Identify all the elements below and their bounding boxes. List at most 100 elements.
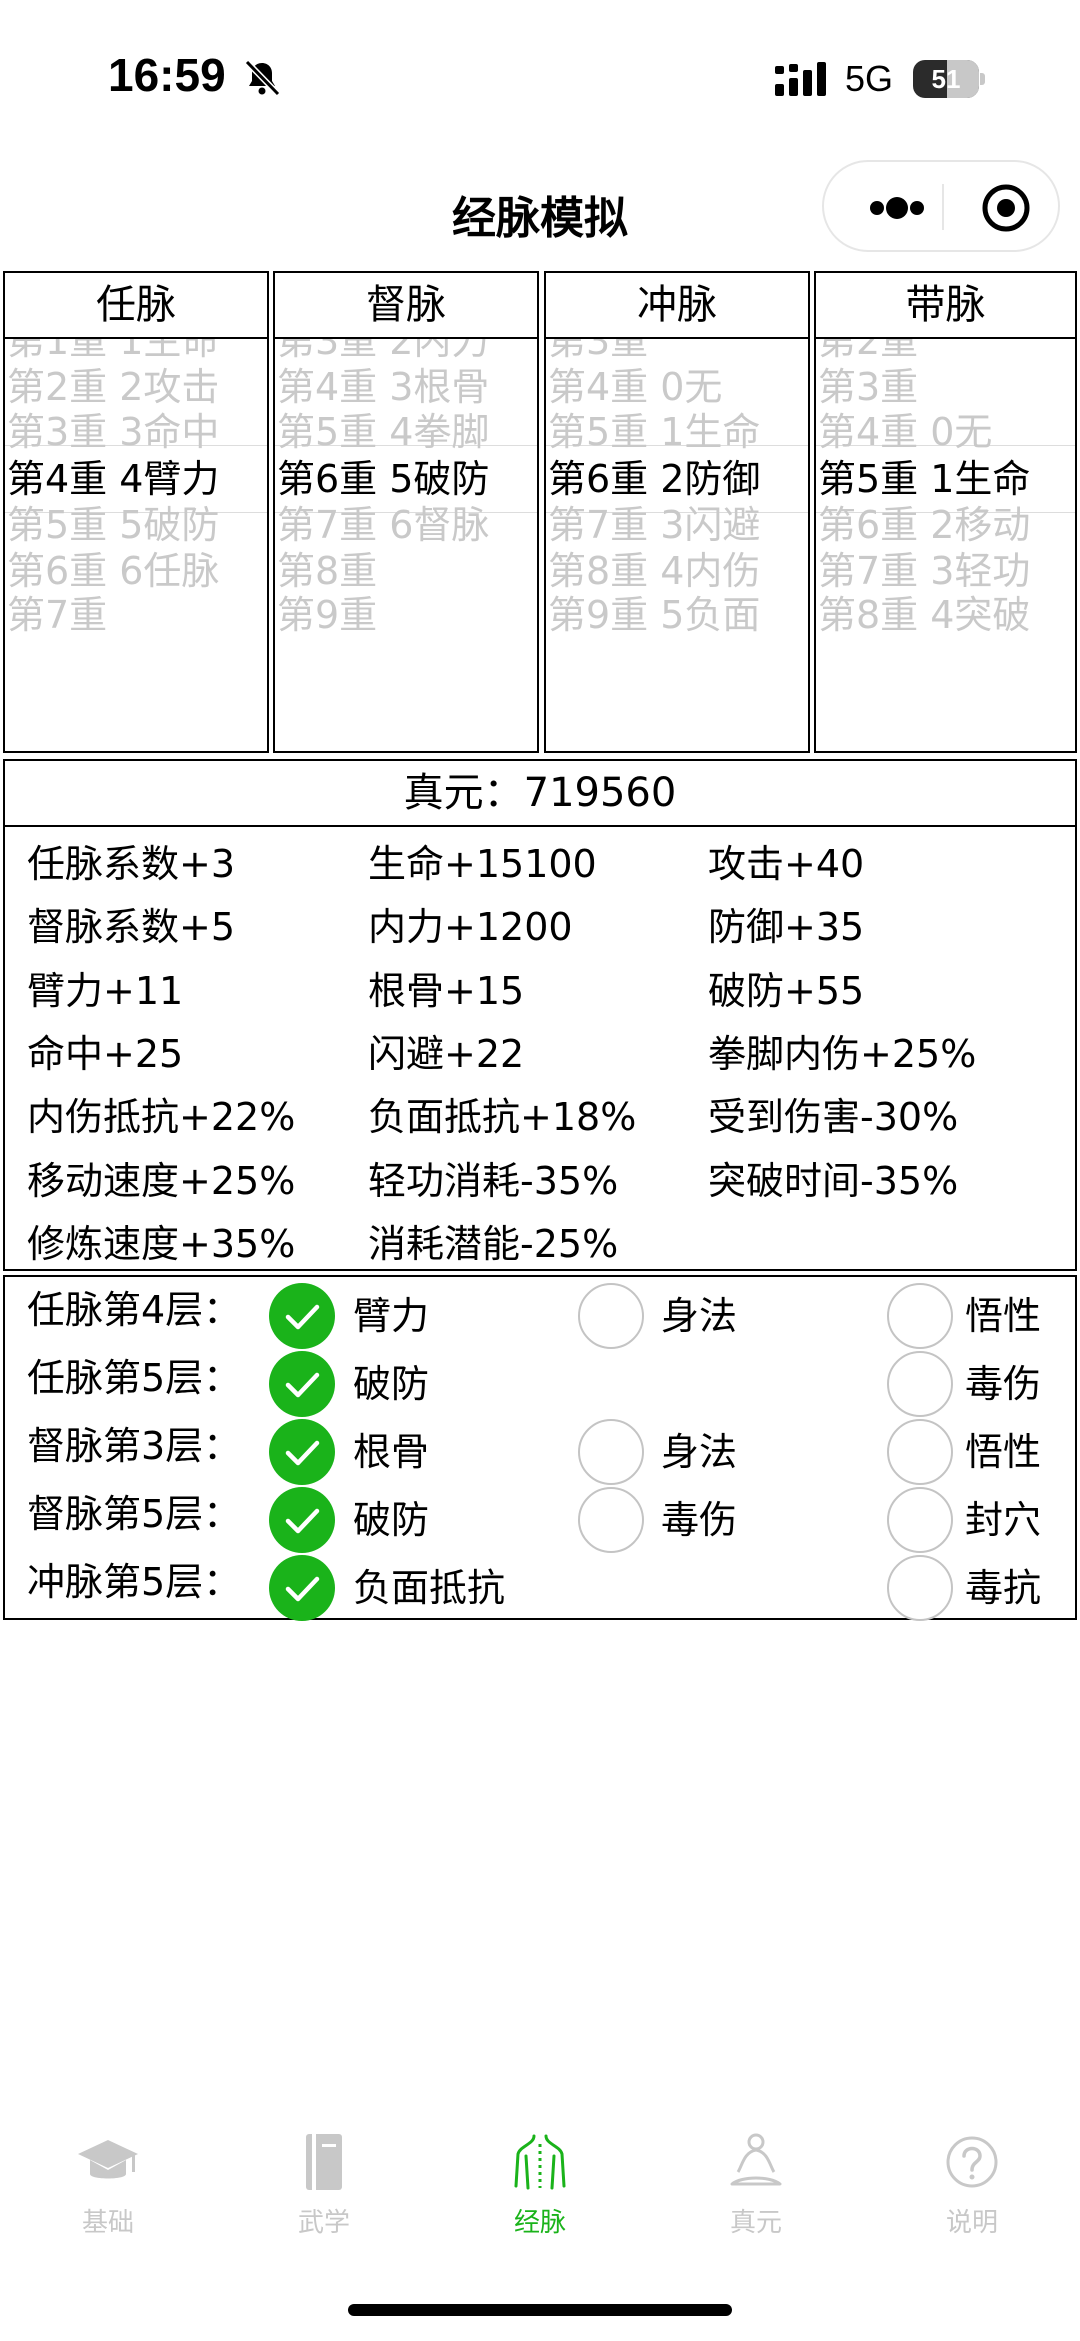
stat-value: 任脉系数+3 (27, 842, 236, 886)
layer-label: 任脉第4层： (27, 1288, 242, 1332)
option-label[interactable]: 身法 (661, 1285, 737, 1347)
stat-value: 命中+25 (27, 1031, 184, 1076)
tab-help[interactable]: 说明 (864, 2110, 1080, 2250)
meridian-pickers: 任脉 第1重 1生命 第2重 2攻击 第3重 3命中 第4重 4臂力 第5重 5破防 第6重… (3, 271, 1077, 753)
book-icon (306, 2134, 342, 2190)
checked-radio-icon[interactable] (269, 1419, 335, 1485)
stat-value: 负面抵抗+18% (368, 1095, 637, 1140)
layer-label: 督脉第3层： (27, 1424, 242, 1468)
more-icon[interactable] (852, 162, 942, 250)
option-label[interactable]: 身法 (661, 1421, 737, 1483)
capsule-divider (942, 184, 944, 230)
meditation-icon (730, 2133, 782, 2186)
layer-option-row: 冲脉第5层： 负面抵抗 毒抗 (5, 1551, 1075, 1621)
stat-value: 修炼速度+35% (27, 1221, 296, 1266)
graduation-cap-icon (78, 2140, 138, 2179)
layer-option-row: 督脉第3层： 根骨 身法 悟性 (5, 1415, 1075, 1485)
stat-value: 消耗潜能-25% (368, 1221, 619, 1266)
home-indicator (348, 2304, 732, 2316)
meridian-body-icon (514, 2134, 566, 2190)
layer-label: 任脉第5层： (27, 1356, 242, 1400)
option-label[interactable]: 破防 (353, 1489, 429, 1551)
close-miniprogram-icon[interactable] (956, 162, 1056, 250)
picker-title: 带脉 (816, 273, 1075, 339)
tab-martial-arts[interactable]: 武学 (216, 2110, 432, 2250)
picker-row[interactable]: 第8重 4突破 (816, 581, 1075, 649)
layer-label: 督脉第5层： (27, 1492, 242, 1536)
network-type: 5G (845, 58, 894, 99)
stat-value: 轻功消耗-35% (368, 1158, 619, 1203)
checked-radio-icon[interactable] (269, 1351, 335, 1417)
signal-icon (775, 62, 826, 96)
unchecked-radio-icon[interactable] (887, 1419, 953, 1485)
tab-label: 真元 (729, 2208, 782, 2238)
stat-value: 内伤抵抗+22% (27, 1095, 296, 1140)
option-label[interactable]: 悟性 (965, 1421, 1041, 1483)
picker-row[interactable]: 第7重 (5, 581, 267, 649)
picker-wheel[interactable]: 第3重 第4重 0无 第5重 1生命 第6重 2防御 第7重 3闪避 第8重 4内伤 第9重… (546, 339, 808, 751)
option-label[interactable]: 毒伤 (965, 1353, 1041, 1415)
stat-value: 移动速度+25% (27, 1158, 296, 1203)
battery-level: 51 (931, 64, 961, 94)
option-label[interactable]: 根骨 (353, 1421, 429, 1483)
mini-program-capsule (822, 160, 1060, 252)
tab-label: 说明 (945, 2208, 998, 2238)
checked-radio-icon[interactable] (269, 1283, 335, 1349)
layer-option-row: 督脉第5层： 破防 毒伤 封穴 (5, 1483, 1075, 1553)
stat-value: 根骨+15 (368, 968, 525, 1013)
tab-meridians[interactable]: 经脉 (432, 2110, 648, 2250)
stat-value: 受到伤害-30% (708, 1095, 959, 1140)
checked-radio-icon[interactable] (269, 1555, 335, 1621)
option-label[interactable]: 破防 (353, 1353, 429, 1415)
unchecked-radio-icon[interactable] (887, 1487, 953, 1553)
stat-value: 内力+1200 (368, 905, 573, 950)
option-label[interactable]: 悟性 (965, 1285, 1041, 1347)
picker-row[interactable]: 第9重 5负面 (546, 581, 808, 649)
picker-daimai: 带脉 第2重 第3重 第4重 0无 第5重 1生命 第6重 2移动 第7重 3轻功 第8重 4… (814, 271, 1077, 753)
picker-title: 督脉 (275, 273, 537, 339)
picker-wheel[interactable]: 第2重 第3重 第4重 0无 第5重 1生命 第6重 2移动 第7重 3轻功 第8重 4突破 (816, 339, 1075, 751)
picker-renmai: 任脉 第1重 1生命 第2重 2攻击 第3重 3命中 第4重 4臂力 第5重 5破防 第6重… (3, 271, 269, 753)
unchecked-radio-icon[interactable] (578, 1283, 644, 1349)
stat-value: 拳脚内伤+25% (708, 1031, 977, 1076)
layer-options-panel: 任脉第4层： 臂力 身法 悟性 任脉第5层： 破防 毒伤 督脉第3层： 根骨 身法 悟性 督脉第5层：… (3, 1275, 1077, 1621)
option-label[interactable]: 负面抵抗 (353, 1557, 505, 1619)
stat-value: 督脉系数+5 (27, 905, 236, 950)
stat-value: 攻击+40 (708, 842, 865, 886)
stat-value: 突破时间-35% (708, 1158, 959, 1203)
stat-value: 臂力+11 (27, 968, 184, 1013)
layer-option-row: 任脉第5层： 破防 毒伤 (5, 1347, 1075, 1417)
title-bar: 经脉模拟 (0, 160, 1080, 260)
zhenyuan-panel: 真元：719560 任脉系数+3 生命+15100 攻击+40 督脉系数+5 内力+12… (3, 759, 1077, 1271)
status-bar: 16:59 5G 51 (0, 0, 1080, 160)
tab-basics[interactable]: 基础 (0, 2110, 216, 2250)
unchecked-radio-icon[interactable] (887, 1351, 953, 1417)
option-label[interactable]: 毒伤 (661, 1489, 737, 1551)
unchecked-radio-icon[interactable] (578, 1487, 644, 1553)
layer-label: 冲脉第5层： (27, 1560, 242, 1604)
help-icon (946, 2136, 998, 2188)
picker-dumai: 督脉 第3重 2内力 第4重 3根骨 第5重 4拳脚 第6重 5破防 第7重 6督脉 第8重… (273, 271, 539, 753)
stat-value: 防御+35 (708, 905, 865, 950)
picker-title: 冲脉 (546, 273, 808, 339)
option-label[interactable]: 毒抗 (965, 1557, 1041, 1619)
unchecked-radio-icon[interactable] (887, 1555, 953, 1621)
battery-icon: 51 (913, 60, 985, 100)
tab-label: 经脉 (513, 2208, 566, 2238)
picker-wheel[interactable]: 第1重 1生命 第2重 2攻击 第3重 3命中 第4重 4臂力 第5重 5破防 第6重 6… (5, 339, 267, 751)
stat-value: 生命+15100 (368, 842, 597, 886)
checked-radio-icon[interactable] (269, 1487, 335, 1553)
option-label[interactable]: 封穴 (965, 1489, 1041, 1551)
stat-value: 破防+55 (708, 968, 865, 1013)
picker-wheel[interactable]: 第3重 2内力 第4重 3根骨 第5重 4拳脚 第6重 5破防 第7重 6督脉 第8重 第9… (275, 339, 537, 751)
zhenyuan-total: 真元：719560 (5, 761, 1075, 827)
unchecked-radio-icon[interactable] (578, 1419, 644, 1485)
picker-title: 任脉 (5, 273, 267, 339)
option-label[interactable]: 臂力 (353, 1285, 429, 1347)
unchecked-radio-icon[interactable] (887, 1283, 953, 1349)
tab-bar: 基础 武学 经脉 真元 说明 (0, 2110, 1080, 2260)
picker-row[interactable]: 第9重 (275, 581, 537, 649)
tab-label: 基础 (81, 2208, 134, 2238)
tab-zhenyuan[interactable]: 真元 (648, 2110, 864, 2250)
stats-grid: 任脉系数+3 生命+15100 攻击+40 督脉系数+5 内力+1200 防御+35 臂力+… (5, 827, 1075, 1267)
